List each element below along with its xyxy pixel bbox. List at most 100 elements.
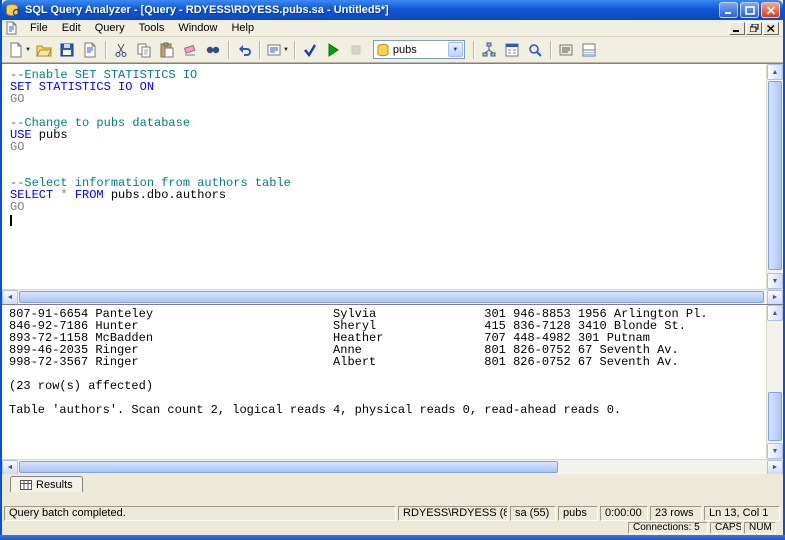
load-script-button[interactable] [33, 39, 56, 61]
status-cursor-position: Ln 13, Col 1 [704, 506, 780, 521]
cut-button[interactable] [110, 39, 133, 61]
scroll-down-arrow-icon[interactable]: ▼ [767, 273, 783, 289]
tab-results-label: Results [36, 478, 73, 491]
toolbar-separator [104, 40, 107, 59]
scroll-track[interactable] [18, 460, 767, 474]
new-icon [8, 42, 24, 58]
query-editor-pane[interactable]: --Enable SET STATISTICS IO SET STATISTICS… [2, 63, 783, 289]
window-controls [719, 2, 780, 18]
copy-button[interactable] [133, 39, 156, 61]
tab-bar: Results [2, 474, 783, 492]
editor-vertical-scrollbar[interactable]: ▲ ▼ [766, 64, 783, 289]
results-horizontal-scrollbar[interactable]: ◄ ► [2, 459, 783, 475]
stop-icon [348, 42, 364, 58]
object-search-button[interactable] [524, 39, 547, 61]
combo-dropdown-icon[interactable]: ▼ [447, 42, 463, 57]
app-window: SQL Query Analyzer - [Query - RDYESS\RDY… [0, 0, 785, 522]
save-query-button[interactable] [56, 39, 79, 61]
new-query-button[interactable]: ▼ [6, 39, 33, 61]
display-estimated-plan-button[interactable] [478, 39, 501, 61]
caps-lock-indicator: CAPS [710, 522, 742, 534]
cancel-query-button [345, 39, 368, 61]
mdi-close-button[interactable] [763, 21, 779, 35]
database-combo[interactable]: pubs ▼ [372, 40, 465, 59]
scroll-right-arrow-icon[interactable]: ► [767, 460, 783, 475]
clear-window-button[interactable] [179, 39, 202, 61]
template-icon [82, 42, 98, 58]
menu-file[interactable]: File [23, 21, 55, 35]
toolbar-separator [472, 40, 475, 59]
background-status-bar: Connections: 5 CAPS NUM [0, 522, 785, 535]
database-icon [376, 43, 390, 57]
clear-icon [182, 42, 198, 58]
results-icon [581, 42, 597, 58]
results-content: 807-91-6654 Panteley Sylvia 301 946-8853… [2, 305, 766, 459]
mode-icon [266, 42, 282, 58]
editor-line: GO [10, 140, 25, 154]
menu-tools[interactable]: Tools [132, 21, 172, 35]
title-bar[interactable]: SQL Query Analyzer - [Query - RDYESS\RDY… [2, 0, 783, 20]
status-row-count: 23 rows [650, 506, 702, 521]
menu-bar: File Edit Query Tools Window Help [2, 20, 783, 37]
editor-horizontal-scrollbar[interactable]: ◄ ► [2, 289, 783, 305]
editor-line: SET STATISTICS IO ON [10, 80, 155, 94]
toolbar-separator [549, 40, 552, 59]
mdi-window-controls [729, 21, 779, 35]
dropdown-arrow-icon[interactable]: ▼ [283, 47, 289, 53]
results-vertical-scrollbar[interactable]: ▲ ▼ [766, 305, 783, 459]
tab-results[interactable]: Results [10, 476, 83, 492]
results-line: (23 row(s) affected) [9, 379, 154, 393]
paste-button[interactable] [156, 39, 179, 61]
mdi-minimize-button[interactable] [729, 21, 745, 35]
editor-line: GO [10, 92, 25, 106]
scroll-track[interactable] [767, 321, 783, 443]
show-results-pane-button[interactable] [578, 39, 601, 61]
minimize-button[interactable] [719, 2, 738, 18]
num-lock-indicator: NUM [744, 522, 776, 534]
connection-properties-button[interactable] [555, 39, 578, 61]
props-icon [558, 42, 574, 58]
scroll-thumb[interactable] [768, 391, 782, 441]
mdi-restore-button[interactable] [746, 21, 762, 35]
scroll-down-arrow-icon[interactable]: ▼ [767, 443, 783, 459]
status-message: Query batch completed. [4, 506, 396, 521]
text-caret [10, 215, 12, 226]
find-button[interactable] [202, 39, 225, 61]
results-line: 998-72-3567 Ringer Albert 801 826-0752 6… [9, 355, 679, 369]
menu-query[interactable]: Query [88, 21, 132, 35]
toolbar-separator [258, 40, 261, 59]
editor-content[interactable]: --Enable SET STATISTICS IO SET STATISTICS… [2, 64, 766, 289]
undo-button[interactable] [233, 39, 256, 61]
scroll-thumb[interactable] [19, 291, 764, 303]
undo-icon [236, 42, 252, 58]
query-document-icon[interactable] [5, 21, 20, 35]
scroll-thumb[interactable] [768, 81, 782, 270]
scroll-right-arrow-icon[interactable]: ► [767, 290, 783, 305]
menu-window[interactable]: Window [171, 21, 224, 35]
scroll-up-arrow-icon[interactable]: ▲ [767, 305, 783, 321]
menu-edit[interactable]: Edit [55, 21, 88, 35]
results-grid-icon [20, 479, 32, 490]
maximize-button[interactable] [740, 2, 759, 18]
status-database: pubs [558, 506, 598, 521]
execute-query-button[interactable] [322, 39, 345, 61]
results-pane[interactable]: 807-91-6654 Panteley Sylvia 301 946-8853… [2, 304, 783, 459]
search-icon [527, 42, 543, 58]
scroll-track[interactable] [18, 290, 767, 304]
status-user: sa (55) [510, 506, 556, 521]
scroll-left-arrow-icon[interactable]: ◄ [2, 290, 18, 305]
scroll-thumb[interactable] [19, 461, 559, 473]
scroll-track[interactable] [767, 80, 783, 273]
scroll-up-arrow-icon[interactable]: ▲ [767, 64, 783, 80]
menu-help[interactable]: Help [224, 21, 261, 35]
execute-mode-button[interactable]: ▼ [264, 39, 291, 61]
close-button[interactable] [761, 2, 780, 18]
object-browser-button[interactable] [501, 39, 524, 61]
scroll-left-arrow-icon[interactable]: ◄ [2, 460, 18, 475]
taskbar[interactable] [0, 535, 785, 540]
find-icon [205, 42, 221, 58]
insert-template-button[interactable] [79, 39, 102, 61]
dropdown-arrow-icon[interactable]: ▼ [25, 47, 31, 53]
parse-query-button[interactable] [299, 39, 322, 61]
